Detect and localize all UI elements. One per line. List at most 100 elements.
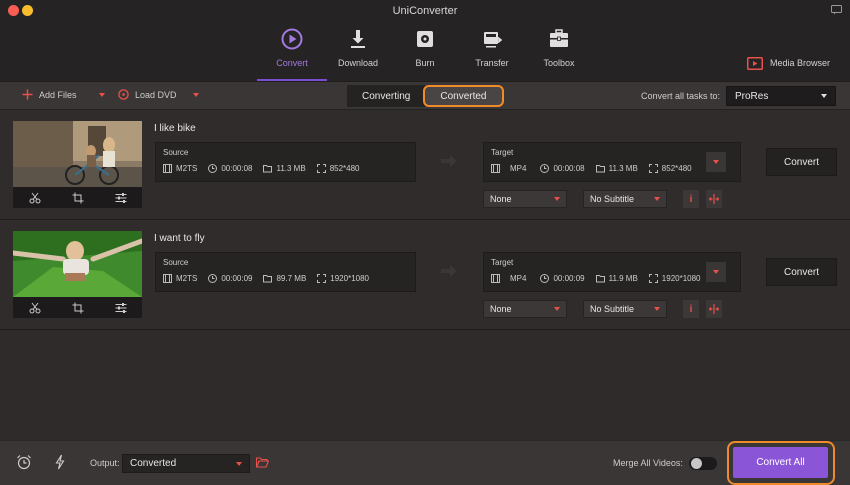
resolution-icon — [317, 274, 327, 283]
transfer-icon — [484, 32, 503, 48]
tab-transfer[interactable]: Transfer — [457, 27, 527, 79]
target-panel: Target MP4 00:00:09 11.9 MB 1920*1080 — [483, 252, 741, 292]
target-duration: 00:00:09 — [553, 274, 585, 283]
tab-converting[interactable]: Converting — [347, 85, 426, 107]
info-icon: i — [689, 303, 693, 315]
target-duration: 00:00:08 — [553, 164, 585, 173]
convert-all-button[interactable]: Convert All — [733, 447, 828, 478]
tab-convert[interactable]: Convert — [257, 27, 327, 79]
arrow-right-icon — [441, 155, 457, 167]
folder-icon — [263, 275, 273, 283]
crop-icon[interactable] — [72, 192, 84, 204]
media-browser-icon — [746, 56, 763, 70]
tab-toolbox[interactable]: Toolbox — [524, 27, 594, 79]
folder-icon — [263, 165, 273, 173]
convert-icon — [281, 28, 303, 50]
target-format: MP4 — [510, 164, 527, 173]
task-row: I want to fly Source M2TS 00:00:09 89.7 … — [0, 220, 850, 330]
app-title: UniConverter — [392, 5, 458, 17]
folder-icon — [595, 275, 605, 283]
info-button[interactable]: i — [683, 190, 699, 208]
film-icon — [163, 274, 172, 283]
open-folder-icon[interactable] — [256, 457, 269, 468]
scissors-icon[interactable] — [29, 302, 41, 314]
target-size: 11.9 MB — [608, 274, 638, 283]
audio-track-select[interactable]: None — [483, 300, 567, 318]
output-format-select[interactable]: ProRes — [726, 86, 836, 106]
tab-label: Transfer — [475, 58, 509, 68]
scissors-icon[interactable] — [29, 192, 41, 204]
add-files-dropdown-icon[interactable] — [98, 92, 105, 97]
tab-label: Toolbox — [543, 58, 575, 68]
output-folder-value: Converted — [130, 458, 177, 469]
thumbnail-image — [13, 121, 142, 187]
chevron-down-icon — [236, 461, 242, 466]
chevron-down-icon — [654, 307, 660, 311]
adjust-icon[interactable] — [115, 192, 127, 204]
tab-burn[interactable]: Burn — [390, 27, 460, 79]
split-icon — [709, 194, 719, 204]
clock-icon — [208, 164, 218, 173]
source-title: Source — [163, 258, 189, 267]
tab-label: Convert — [276, 58, 308, 68]
source-format: M2TS — [176, 164, 198, 173]
chevron-down-icon — [654, 197, 660, 201]
subtitle-select[interactable]: No Subtitle — [583, 190, 667, 208]
tab-label: Burn — [415, 58, 435, 68]
info-button[interactable]: i — [683, 300, 699, 318]
add-files-label: Add Files — [39, 89, 77, 100]
target-format-dropdown[interactable] — [706, 262, 726, 282]
lightning-icon[interactable] — [52, 454, 68, 470]
merge-videos-toggle[interactable] — [689, 457, 717, 470]
target-format: MP4 — [510, 274, 527, 283]
chevron-down-icon — [554, 307, 560, 311]
tab-converted[interactable]: Converted — [423, 85, 504, 107]
download-icon — [351, 30, 365, 48]
target-format-dropdown[interactable] — [706, 152, 726, 172]
thumbnail-toolbar — [13, 297, 142, 318]
chevron-down-icon — [554, 197, 560, 201]
output-folder-select[interactable]: Converted — [122, 454, 250, 473]
status-segmented-control: Converting Converted — [347, 85, 506, 107]
clock-icon — [208, 274, 218, 283]
target-title: Target — [491, 258, 514, 267]
source-panel: Source M2TS 00:00:09 89.7 MB 1920*1080 — [155, 252, 416, 292]
task-list: I like bike Source M2TS 00:00:08 11.3 MB… — [0, 110, 850, 440]
source-title: Source — [163, 148, 189, 157]
video-thumbnail[interactable] — [13, 121, 142, 208]
alarm-clock-icon[interactable] — [16, 454, 32, 470]
load-dvd-button[interactable]: Load DVD — [118, 89, 199, 100]
convert-button[interactable]: Convert — [766, 148, 837, 176]
source-resolution: 852*480 — [329, 164, 360, 173]
main-toolbar: Convert Download Burn Transfer Toolbox M… — [0, 22, 850, 82]
folder-icon — [595, 165, 605, 173]
media-browser-button[interactable]: Media Browser — [746, 55, 830, 71]
chat-icon[interactable] — [831, 5, 842, 15]
toggle-knob — [691, 458, 702, 469]
video-thumbnail[interactable] — [13, 231, 142, 318]
output-label: Output: — [90, 458, 120, 468]
adjust-icon[interactable] — [115, 302, 127, 314]
source-resolution: 1920*1080 — [330, 274, 369, 283]
target-panel: Target MP4 00:00:08 11.3 MB 852*480 — [483, 142, 741, 182]
source-duration: 00:00:08 — [221, 164, 253, 173]
audio-track-value: None — [490, 304, 512, 314]
crop-icon[interactable] — [72, 302, 84, 314]
subtitle-select[interactable]: No Subtitle — [583, 300, 667, 318]
tab-download[interactable]: Download — [323, 27, 393, 79]
source-panel: Source M2TS 00:00:08 11.3 MB 852*480 — [155, 142, 416, 182]
tab-label: Download — [337, 58, 379, 68]
add-files-button[interactable]: Add Files — [22, 89, 105, 100]
subtitle-value: No Subtitle — [590, 304, 635, 314]
source-format: M2TS — [176, 274, 198, 283]
convert-all-tasks-label: Convert all tasks to: — [640, 91, 720, 101]
file-name: I want to fly — [154, 233, 205, 244]
load-dvd-dropdown-icon[interactable] — [192, 92, 199, 97]
convert-button[interactable]: Convert — [766, 258, 837, 286]
action-bar: Add Files Load DVD Converting Converted … — [0, 82, 850, 110]
split-button[interactable] — [706, 300, 722, 318]
film-icon — [491, 274, 500, 283]
source-size: 89.7 MB — [276, 274, 307, 283]
audio-track-select[interactable]: None — [483, 190, 567, 208]
split-button[interactable] — [706, 190, 722, 208]
